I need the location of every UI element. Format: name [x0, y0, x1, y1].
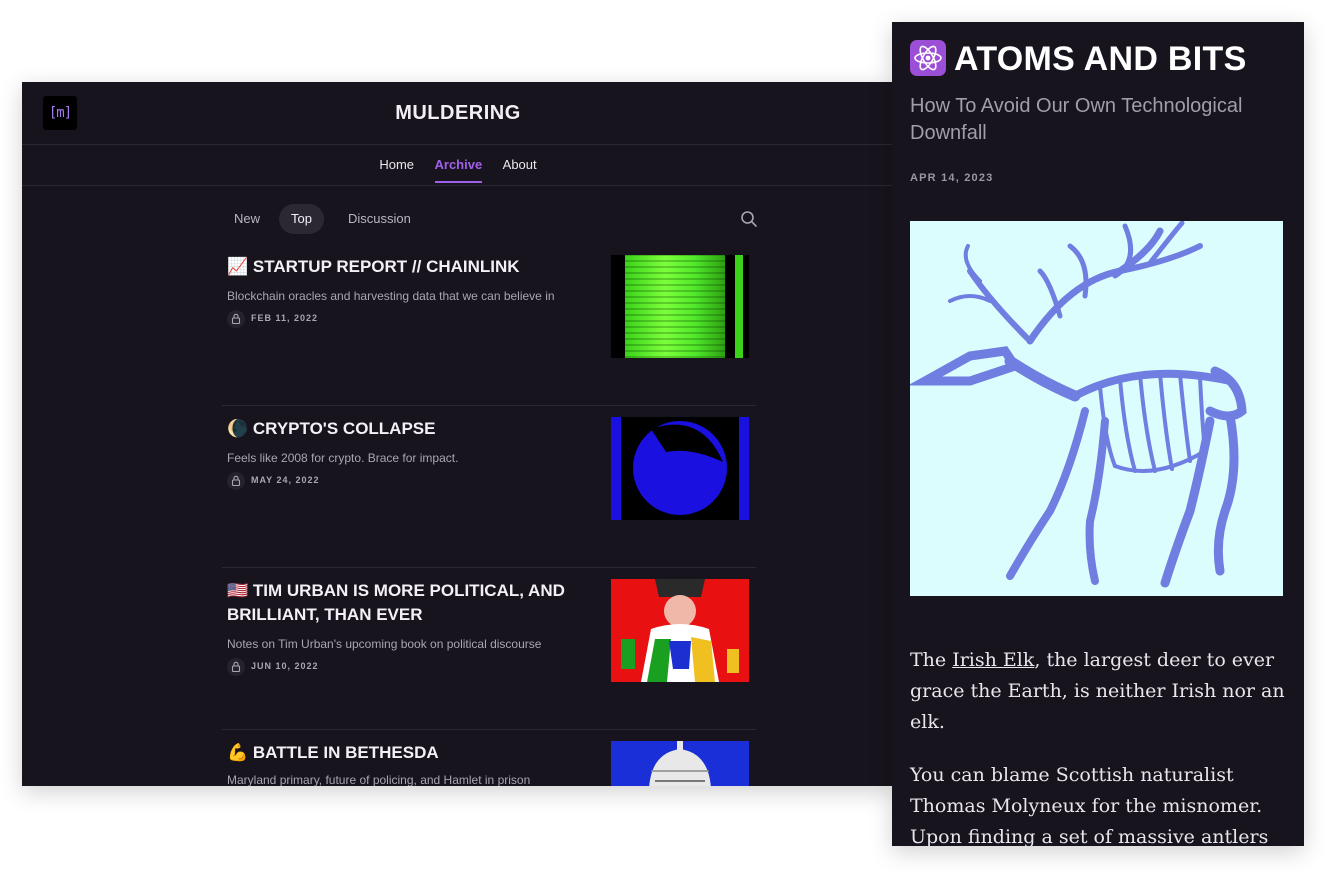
article-paragraph: The Irish Elk, the largest deer to ever … [910, 645, 1290, 738]
divider [222, 729, 756, 730]
divider [222, 567, 756, 568]
post-thumbnail[interactable] [611, 417, 749, 520]
post-title-text[interactable]: CRYPTO'S COLLAPSE [253, 419, 436, 438]
tab-top[interactable]: Top [279, 204, 324, 234]
post-item[interactable]: 🌘 CRYPTO'S COLLAPSE Feels like 2008 for … [222, 405, 756, 579]
site-header: [m] MULDERING [22, 82, 894, 145]
article-paragraph: You can blame Scottish naturalist Thomas… [910, 764, 1269, 846]
post-item[interactable]: 📈 STARTUP REPORT // CHAINLINK Blockchain… [222, 255, 756, 417]
post-title-text[interactable]: TIM URBAN IS MORE POLITICAL, AND BRILLIA… [227, 581, 565, 624]
lock-icon [227, 310, 245, 328]
lock-icon [227, 658, 245, 676]
post-subtitle: Notes on Tim Urban's upcoming book on po… [227, 637, 542, 651]
muldering-window: [m] MULDERING Home Archive About New Top… [22, 82, 894, 786]
post-title[interactable]: 💪 BATTLE IN BETHESDA [227, 741, 582, 765]
nav-archive[interactable]: Archive [434, 144, 483, 183]
post-title[interactable]: 🌘 CRYPTO'S COLLAPSE [227, 417, 582, 441]
post-item[interactable]: 🇺🇸 TIM URBAN IS MORE POLITICAL, AND BRIL… [222, 567, 756, 741]
search-icon[interactable] [740, 210, 758, 228]
paragraph-text: The [910, 649, 953, 671]
capitol-dome-image [611, 741, 749, 786]
chart-emoji-icon: 📈 [227, 257, 249, 276]
king-card-image [611, 579, 749, 682]
tab-new[interactable]: New [222, 204, 272, 234]
post-date: MAY 24, 2022 [251, 475, 320, 485]
post-thumbnail[interactable] [611, 579, 749, 682]
atom-icon [910, 40, 946, 76]
post-title-text[interactable]: BATTLE IN BETHESDA [253, 743, 439, 762]
nav-about[interactable]: About [503, 144, 537, 183]
post-date: FEB 11, 2022 [251, 313, 319, 323]
flexed-bicep-emoji-icon: 💪 [227, 743, 249, 762]
atoms-and-bits-window: ATOMS AND BITS How To Avoid Our Own Tech… [892, 22, 1304, 846]
tab-discussion[interactable]: Discussion [336, 204, 423, 234]
post-title-text[interactable]: STARTUP REPORT // CHAINLINK [253, 257, 520, 276]
post-title[interactable]: 🇺🇸 TIM URBAN IS MORE POLITICAL, AND BRIL… [227, 579, 582, 627]
nav-home[interactable]: Home [379, 144, 414, 183]
post-date: JUN 10, 2022 [251, 661, 319, 671]
main-nav: Home Archive About [22, 144, 894, 186]
lock-icon [227, 472, 245, 490]
irish-elk-link[interactable]: Irish Elk [952, 649, 1034, 671]
moon-emoji-icon: 🌘 [227, 419, 249, 438]
publication-title[interactable]: ATOMS AND BITS [954, 40, 1247, 78]
post-thumbnail[interactable] [611, 741, 749, 786]
post-thumbnail[interactable] [611, 255, 749, 358]
post-item[interactable]: 💪 BATTLE IN BETHESDA Maryland primary, f… [222, 729, 756, 786]
us-flag-icon: 🇺🇸 [227, 581, 249, 600]
post-subtitle: Feels like 2008 for crypto. Brace for im… [227, 451, 459, 465]
post-subtitle: Blockchain oracles and harvesting data t… [227, 289, 555, 303]
site-title[interactable]: MULDERING [22, 102, 894, 125]
irish-elk-skeleton-image [910, 221, 1283, 596]
post-subtitle: Maryland primary, future of policing, an… [227, 773, 531, 786]
article-subtitle: How To Avoid Our Own Technological Downf… [910, 95, 1243, 144]
archive-sort-tabs: New Top Discussion [222, 204, 758, 236]
post-title[interactable]: 📈 STARTUP REPORT // CHAINLINK [227, 255, 582, 279]
article-body: The Irish Elk, the largest deer to ever … [910, 645, 1290, 846]
divider [222, 405, 756, 406]
article-date: APR 14, 2023 [910, 172, 994, 184]
terra-logo-image [611, 417, 749, 520]
